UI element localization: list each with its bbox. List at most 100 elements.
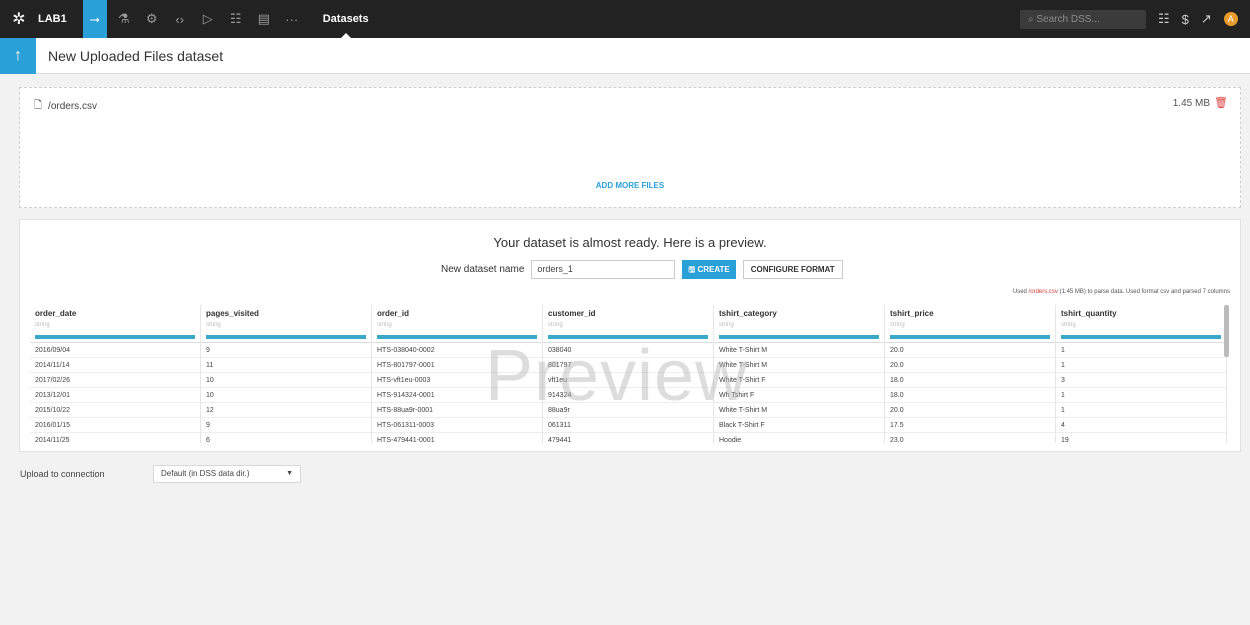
table-cell[interactable]: HTS-801797-0001 [372, 358, 542, 373]
column-type: string [206, 322, 221, 328]
wiki-icon[interactable]: ▤ [253, 8, 275, 30]
table-cell[interactable]: HTS-914324-0001 [372, 388, 542, 403]
configure-format-button[interactable]: CONFIGURE FORMAT [742, 260, 843, 279]
column-header[interactable]: tshirt_pricestring [885, 305, 1055, 343]
table-cell[interactable]: HTS-038040-0002 [372, 343, 542, 358]
create-button[interactable]: 🖫 CREATE [682, 260, 736, 279]
table-cell[interactable]: 1 [1056, 403, 1226, 418]
table-cell[interactable]: 12 [201, 403, 371, 418]
top-navbar: ✲ LAB1 ⭢ ⚗ ⚙ ‹› ▷ ☷ ▤ ··· Datasets ⌕ Sea… [0, 0, 1250, 38]
recipes-icon[interactable]: ⚙ [141, 8, 163, 30]
table-scrollbar[interactable] [1224, 305, 1229, 357]
table-cell[interactable]: 10 [201, 373, 371, 388]
table-cell[interactable]: White T-Shirt M [714, 403, 884, 418]
table-cell[interactable]: 801797 [543, 358, 713, 373]
activity-icon[interactable]: ↗ [1201, 11, 1212, 27]
table-cell[interactable]: HTS-061311-0003 [372, 418, 542, 433]
table-cell[interactable]: HTS-vft1eu-0003 [372, 373, 542, 388]
project-name[interactable]: LAB1 [38, 13, 67, 25]
table-cell[interactable]: 19 [1056, 433, 1226, 443]
column-name: order_id [377, 309, 410, 318]
table-cell[interactable]: 061311 [543, 418, 713, 433]
table-cell[interactable]: 038040 [543, 343, 713, 358]
column-type: string [35, 322, 50, 328]
table-cell[interactable]: 9 [201, 418, 371, 433]
table-cell[interactable]: 20.0 [885, 358, 1055, 373]
dss-logo-icon[interactable]: ✲ [0, 0, 38, 38]
table-cell[interactable]: 1 [1056, 343, 1226, 358]
avatar[interactable]: A [1223, 12, 1238, 26]
column-type: string [377, 322, 392, 328]
table-cell[interactable]: 17.5 [885, 418, 1055, 433]
dataset-name-input[interactable]: orders_1 [531, 260, 676, 279]
table-cell[interactable]: 20.0 [885, 343, 1055, 358]
table-cell[interactable]: 9 [201, 343, 371, 358]
dashboard-icon[interactable]: ☷ [225, 8, 247, 30]
page-header: ↑ New Uploaded Files dataset [0, 37, 1250, 74]
table-cell[interactable]: 2014/11/14 [30, 358, 200, 373]
lab-icon[interactable]: ⚗ [113, 8, 135, 30]
table-cell[interactable]: 914324 [543, 388, 713, 403]
table-cell[interactable]: 2017/02/26 [30, 373, 200, 388]
caret-down-icon: ▼ [286, 470, 293, 477]
table-cell[interactable]: vft1eu [543, 373, 713, 388]
flow-icon[interactable]: ⭢ [82, 0, 107, 38]
apps-grid-icon[interactable]: ☷ [1158, 11, 1170, 27]
column-validity-bar [548, 335, 708, 339]
help-icon[interactable]: $ [1182, 12, 1189, 27]
current-section[interactable]: Datasets [323, 0, 369, 38]
table-cell[interactable]: Black T-Shirt F [714, 418, 884, 433]
column-validity-bar [890, 335, 1050, 339]
table-cell[interactable]: 4 [1056, 418, 1226, 433]
table-cell[interactable]: Wh Tshirt F [714, 388, 884, 403]
column-header[interactable]: pages_visited string [201, 305, 371, 343]
run-icon[interactable]: ▷ [197, 8, 219, 30]
more-icon[interactable]: ··· [281, 8, 303, 30]
table-cell[interactable]: White T-Shirt M [714, 358, 884, 373]
parse-info-file[interactable]: /orders.csv [1029, 289, 1058, 295]
table-cell[interactable]: White T-Shirt F [714, 373, 884, 388]
table-cell[interactable]: 2013/12/01 [30, 388, 200, 403]
column-header[interactable]: tshirt_category string [714, 305, 884, 343]
table-cell[interactable]: 2016/01/15 [30, 418, 200, 433]
table-cell[interactable]: 479441 [543, 433, 713, 443]
table-column: customer_id string 038040 801797 vft1eu 91432… [543, 305, 714, 443]
column-header[interactable]: customer_id string [543, 305, 713, 343]
column-header[interactable]: tshirt_quantity string [1056, 305, 1226, 343]
table-cell[interactable]: 2015/10/22 [30, 403, 200, 418]
upload-connection-select[interactable]: Default (in DSS data dir.) ▼ [153, 465, 301, 483]
column-name: customer_id [548, 309, 596, 318]
column-header[interactable]: order_idstring [372, 305, 542, 343]
dataset-name-label: New dataset name [441, 264, 525, 275]
table-cell[interactable]: HTS-88ua9r-0001 [372, 403, 542, 418]
table-cell[interactable]: 23.0 [885, 433, 1055, 443]
search-input[interactable]: ⌕ Search DSS... [1020, 10, 1146, 29]
table-cell[interactable]: 10 [201, 388, 371, 403]
table-cell[interactable]: 1 [1056, 388, 1226, 403]
table-cell[interactable]: 11 [201, 358, 371, 373]
column-header[interactable]: order_date string [30, 305, 200, 343]
table-cell[interactable]: 3 [1056, 373, 1226, 388]
parse-info-prefix: Used [1012, 289, 1029, 295]
table-cell[interactable]: 20.0 [885, 403, 1055, 418]
add-more-files-link[interactable]: ADD MORE FILES [20, 181, 1240, 190]
table-column: tshirt_category string White T-Shirt M Whit… [714, 305, 885, 443]
table-cell[interactable]: 6 [201, 433, 371, 443]
delete-file-icon[interactable]: 🗑 [1214, 96, 1228, 109]
table-cell[interactable]: 18.0 [885, 373, 1055, 388]
table-cell[interactable]: 2016/09/04 [30, 343, 200, 358]
table-cell[interactable]: 88ua9r [543, 403, 713, 418]
table-cell[interactable]: HTS-479441-0001 [372, 433, 542, 443]
preview-panel: Your dataset is almost ready. Here is a … [19, 219, 1241, 452]
table-cell[interactable]: White T-Shirt M [714, 343, 884, 358]
table-cell[interactable]: 18.0 [885, 388, 1055, 403]
table-cell[interactable]: Hoodie [714, 433, 884, 443]
table-cell[interactable]: 1 [1056, 358, 1226, 373]
table-cell[interactable]: 2014/11/25 [30, 433, 200, 443]
code-icon[interactable]: ‹› [169, 8, 191, 30]
column-name: tshirt_price [890, 309, 934, 318]
create-label: CREATE [697, 265, 730, 274]
file-name: /orders.csv [48, 101, 97, 112]
column-type: string [890, 322, 905, 328]
column-validity-bar [377, 335, 537, 339]
